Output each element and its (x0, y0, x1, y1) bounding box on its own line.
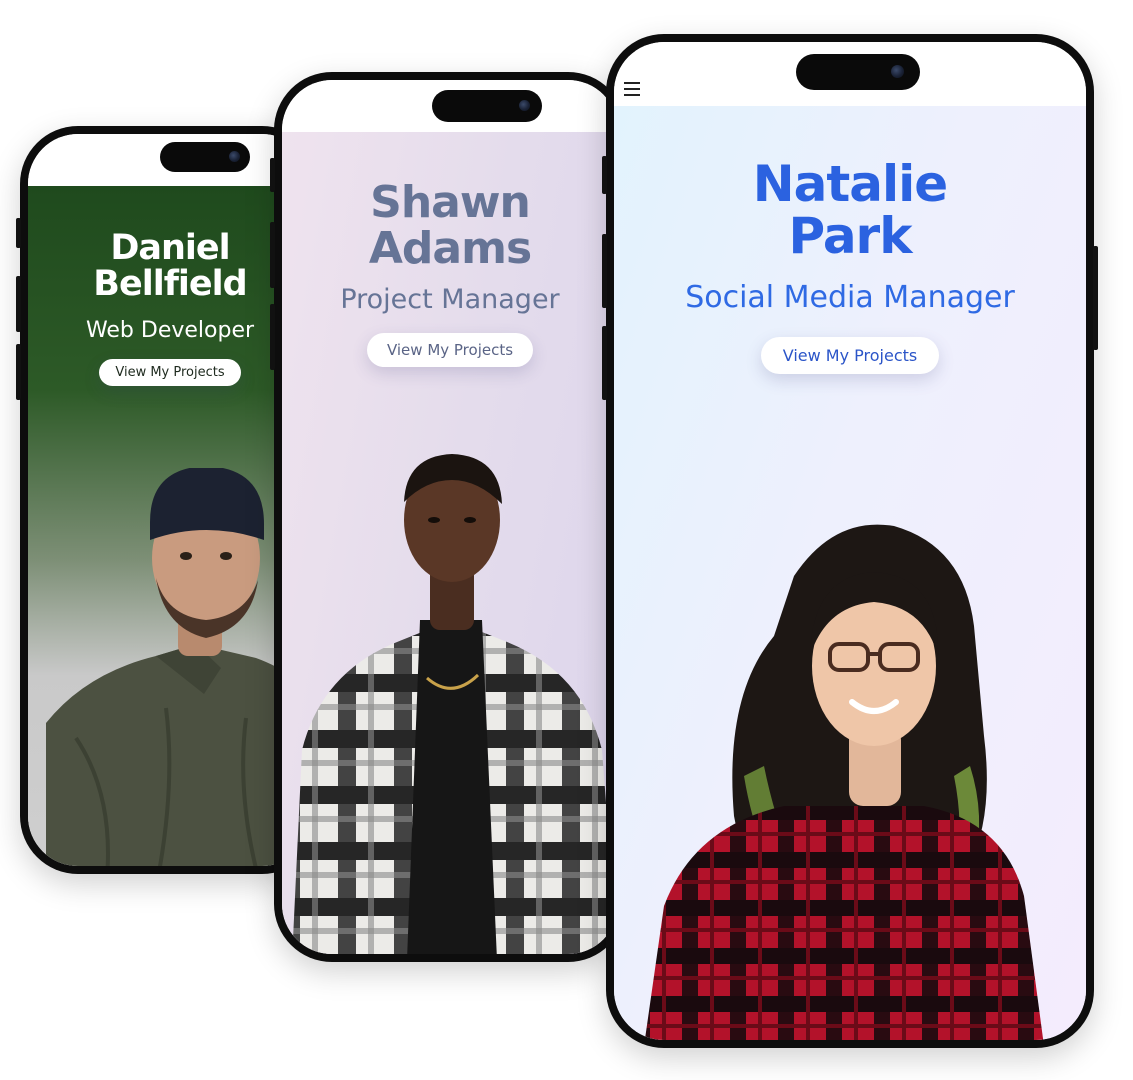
volume-down-button (270, 304, 275, 370)
front-camera-icon (229, 151, 240, 162)
portrait-illustration (46, 468, 312, 866)
hero-section: Natalie Park Social Media Manager View M… (614, 106, 1086, 1040)
profile-photo (282, 450, 618, 954)
profile-photo (634, 516, 1074, 1040)
name-first: Shawn (370, 177, 531, 228)
profile-role: Social Media Manager (685, 280, 1015, 315)
profile-name: Natalie Park (614, 158, 1086, 262)
side-button (16, 218, 21, 248)
hero-section: Shawn Adams Project Manager View My Proj… (282, 132, 618, 954)
name-last: Park (788, 207, 913, 265)
side-button (270, 158, 275, 192)
phone-frame-shawn: Shawn Adams Project Manager View My Proj… (270, 72, 626, 962)
volume-down-button (16, 344, 21, 400)
dynamic-island (796, 54, 920, 90)
side-button (602, 156, 607, 194)
hero-section: Daniel Bellfield Web Developer View My P… (28, 186, 312, 866)
phone-screen: Natalie Park Social Media Manager View M… (614, 42, 1086, 1040)
phone-mockups-showcase: Daniel Bellfield Web Developer View My P… (0, 0, 1133, 1080)
name-last: Adams (368, 223, 532, 274)
volume-down-button (602, 326, 607, 400)
profile-photo (46, 468, 312, 866)
front-camera-icon (519, 100, 530, 111)
hamburger-menu-icon[interactable] (624, 82, 640, 100)
portrait-illustration (292, 454, 618, 954)
dynamic-island (160, 142, 250, 172)
volume-up-button (270, 222, 275, 288)
volume-up-button (602, 234, 607, 308)
view-projects-button[interactable]: View My Projects (99, 359, 241, 386)
portrait-illustration (644, 524, 1044, 1040)
phone-frame-natalie: Natalie Park Social Media Manager View M… (602, 34, 1098, 1048)
view-projects-button[interactable]: View My Projects (366, 333, 534, 367)
view-projects-button[interactable]: View My Projects (760, 337, 940, 374)
volume-up-button (16, 276, 21, 332)
front-camera-icon (891, 65, 904, 78)
profile-role: Project Manager (340, 284, 560, 315)
dynamic-island (432, 90, 542, 122)
profile-name: Shawn Adams (282, 180, 618, 272)
power-button (1093, 246, 1098, 350)
name-first: Natalie (752, 155, 948, 213)
phone-screen: Shawn Adams Project Manager View My Proj… (282, 80, 618, 954)
